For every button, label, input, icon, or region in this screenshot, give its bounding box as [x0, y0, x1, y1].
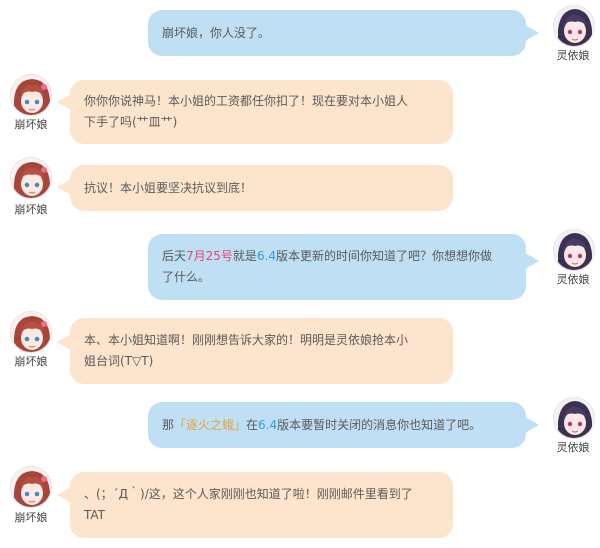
message-bubble: 抗议！本小姐要坚决抗议到底！ [70, 165, 453, 211]
message-bubble: 崩坏娘，你人没了。 [148, 10, 526, 56]
message-text-line: 了什么。 [162, 270, 211, 284]
speaker-name: 崩坏娘 [14, 355, 48, 368]
bubble-tail [525, 417, 539, 433]
linger-avatar-icon[interactable] [553, 397, 595, 439]
bubble-tail [525, 25, 539, 41]
benghuai-avatar-icon[interactable] [10, 157, 52, 199]
message-bubble: 你你你说神马！本小姐的工资都任你扣了！现在要对本小姐人 下手了吗(艹皿艹) [70, 80, 453, 144]
message-bubble: 那「逐火之蛾」在6.4版本要暂时关闭的消息你也知道了吧。 [148, 402, 526, 448]
message-text-part: 版本更新的时间你知道了吧？你想想你做 [276, 249, 493, 263]
message-text-part: 后天 [162, 249, 187, 263]
highlight-version: 6.4 [256, 249, 277, 263]
message-text-line: 姐台词(T▽T) [84, 354, 154, 368]
speaker-name: 灵依娘 [556, 441, 590, 454]
message-bubble: 、(；´Д｀)/这，这个人家刚刚也知道了啦！刚刚邮件里看到了 TAT [70, 472, 453, 538]
message-text-part: 就是 [232, 249, 257, 263]
benghuai-avatar-icon[interactable] [10, 74, 52, 116]
linger-avatar-icon[interactable] [553, 229, 595, 271]
highlight-version: 6.4 [258, 417, 278, 432]
message-text: 崩坏娘，你人没了。 [162, 25, 271, 40]
bubble-tail [57, 179, 71, 195]
benghuai-avatar-icon[interactable] [10, 311, 52, 353]
linger-avatar-icon[interactable] [553, 5, 595, 47]
message-bubble: 后天7月25号就是6.4版本更新的时间你知道了吧？你想想你做 了什么。 [148, 234, 526, 300]
speaker-name: 崩坏娘 [14, 118, 48, 131]
message-text-part: 那 [162, 417, 175, 432]
message-text: 抗议！本小姐要坚决抗议到底！ [84, 180, 253, 195]
speaker-name: 灵依娘 [556, 49, 590, 62]
message-text-part: 在 [246, 417, 259, 432]
bubble-tail [525, 253, 539, 269]
benghuai-avatar-icon[interactable] [10, 466, 52, 508]
message-text-line: 本、本小姐知道啊！刚刚想告诉大家的！明明是灵依娘抢本小 [84, 333, 409, 347]
bubble-tail [57, 94, 71, 110]
highlight-date: 7月25号 [186, 249, 233, 263]
message-text-line: 、(；´Д｀)/这，这个人家刚刚也知道了啦！刚刚邮件里看到了 [84, 487, 413, 501]
highlight-event-name: 「逐火之蛾」 [174, 417, 247, 432]
message-text-line: TAT [84, 508, 106, 522]
bubble-tail [57, 334, 71, 350]
message-bubble: 本、本小姐知道啊！刚刚想告诉大家的！明明是灵依娘抢本小 姐台词(T▽T) [70, 318, 453, 384]
speaker-name: 崩坏娘 [14, 511, 48, 524]
message-text-line: 下手了吗(艹皿艹) [84, 115, 178, 129]
speaker-name: 崩坏娘 [14, 203, 48, 216]
bubble-tail [57, 487, 71, 503]
speaker-name: 灵依娘 [556, 273, 590, 286]
message-text-line: 你你你说神马！本小姐的工资都任你扣了！现在要对本小姐人 [84, 94, 409, 108]
message-text-part: 版本要暂时关闭的消息你也知道了吧。 [277, 417, 482, 432]
